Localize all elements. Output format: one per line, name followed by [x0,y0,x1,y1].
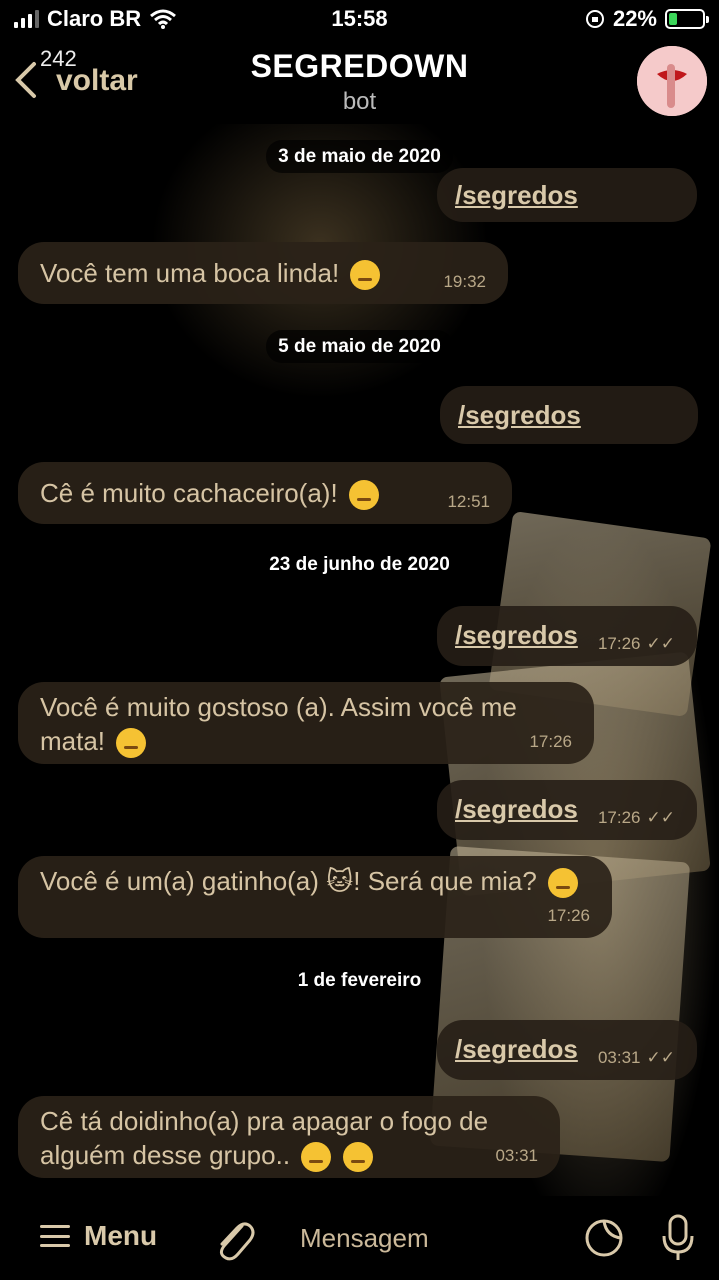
outgoing-message: /segredos [437,168,697,222]
status-right: 22% [585,6,709,32]
message-time: 17:26 ✓✓ [597,634,676,653]
command-link[interactable]: /segredos [455,1034,578,1065]
message-time: 17:26 ✓✓ [597,808,676,827]
chat-header: 242 voltar SEGREDOWN bot [0,40,719,124]
message-text: Cê é muito cachaceiro(a)! [40,478,338,508]
smirk-emoji-icon [548,868,579,899]
composer-bar: Menu [0,1196,719,1280]
message-time: 03:31 [495,1146,538,1165]
battery-percent: 22% [612,6,657,31]
chat-title[interactable]: SEGREDOWN [0,48,719,85]
microphone-icon[interactable] [660,1214,696,1262]
message-list[interactable]: 3 de maio de 2020 /segredos Você tem uma… [0,124,719,1196]
outgoing-message: /segredos 17:26 ✓✓ [437,606,697,666]
command-link[interactable]: /segredos [458,400,581,431]
battery-icon [665,9,709,29]
incoming-message: Você é um(a) gatinho(a) 🐱! Será que mia?… [18,856,612,938]
drooling-emoji-icon [348,480,379,511]
chat-subtitle: bot [342,88,377,115]
date-separator: 1 de fevereiro [0,964,719,997]
outgoing-message: /segredos [440,386,698,444]
command-link[interactable]: /segredos [455,180,578,211]
read-checkmark-icon: ✓✓ [646,1048,676,1067]
bot-avatar-image [637,46,707,116]
message-time: 03:31 ✓✓ [597,1048,676,1067]
status-bar: Claro BR 15:58 22% [0,0,719,40]
smirk-emoji-icon [350,260,381,291]
shushing-emoji-icon [342,1142,373,1173]
message-time: 17:26 [529,732,572,751]
incoming-message: Cê é muito cachaceiro(a)! 12:51 [18,462,512,524]
read-checkmark-icon: ✓✓ [646,634,676,653]
message-time: 12:51 [447,492,490,511]
sticker-icon[interactable] [584,1218,624,1258]
read-checkmark-icon: ✓✓ [646,808,676,827]
paperclip-icon[interactable] [212,1216,256,1264]
incoming-message: Você é muito gostoso (a). Assim você me … [18,682,594,764]
command-link[interactable]: /segredos [455,620,578,651]
smirk-emoji-icon [116,728,147,759]
smirk-emoji-icon [301,1142,332,1173]
menu-label: Menu [84,1220,158,1251]
orientation-lock-icon [585,10,604,28]
outgoing-message: /segredos 03:31 ✓✓ [437,1020,697,1080]
avatar[interactable] [637,46,707,116]
message-text: Você tem uma boca linda! [40,258,340,288]
outgoing-message: /segredos 17:26 ✓✓ [437,780,697,840]
message-time: 17:26 [547,906,590,925]
message-time: 19:32 [443,272,486,291]
message-text: Você é muito gostoso (a). Assim você me … [40,692,517,756]
menu-button[interactable]: Menu [40,1220,157,1252]
date-separator: 5 de maio de 2020 [0,330,719,363]
date-separator: 23 de junho de 2020 [0,548,719,581]
incoming-message: Cê tá doidinho(a) pra apagar o fogo de a… [18,1096,560,1178]
message-text: Você é um(a) gatinho(a) 🐱! Será que mia? [40,866,537,896]
incoming-message: Você tem uma boca linda! 19:32 [18,242,508,304]
message-text: Cê tá doidinho(a) pra apagar o fogo de a… [40,1106,489,1170]
hamburger-icon [40,1225,70,1247]
command-link[interactable]: /segredos [455,794,578,825]
message-input[interactable] [298,1222,552,1255]
date-separator: 3 de maio de 2020 [0,140,719,173]
